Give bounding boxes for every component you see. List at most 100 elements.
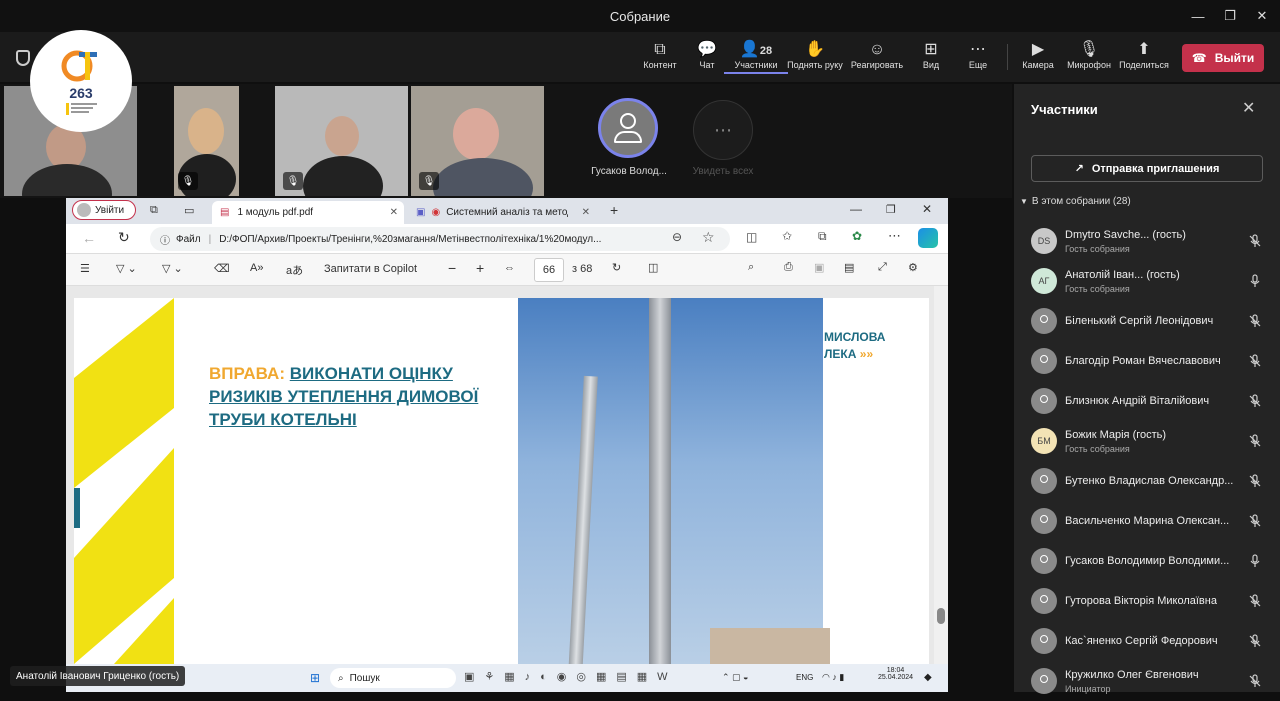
extensions-icon[interactable]: ✿ bbox=[852, 229, 862, 243]
translate-icon[interactable]: aあ bbox=[286, 262, 303, 278]
pdf-viewer[interactable]: ВПРАВА: ВИКОНАТИ ОЦІНКУ РИЗИКІВ УТЕПЛЕНН… bbox=[66, 286, 948, 664]
settings-icon[interactable]: ⚙ bbox=[908, 261, 918, 274]
participant-row[interactable]: Благодір Роман Вячеславович bbox=[1014, 341, 1280, 381]
contents-icon[interactable]: ☰ bbox=[80, 262, 90, 275]
participant-row[interactable]: Гусаков Володимир Володими... bbox=[1014, 541, 1280, 581]
participant-row[interactable]: Близнюк Андрій Віталійович bbox=[1014, 381, 1280, 421]
participants-button[interactable]: 👤28 Участники bbox=[724, 40, 788, 74]
mic-icon[interactable] bbox=[1248, 274, 1262, 288]
participant-row[interactable]: Кружилко Олег Євгенович Инициатор bbox=[1014, 661, 1280, 701]
leave-button[interactable]: ☎ Выйти bbox=[1182, 44, 1264, 72]
mic-off-icon[interactable] bbox=[1248, 674, 1262, 688]
menu-icon[interactable]: ⋯ bbox=[888, 228, 901, 244]
participant-row[interactable]: Кас`яненко Сергій Федорович bbox=[1014, 621, 1280, 661]
restore-icon[interactable]: ❐ bbox=[1212, 0, 1248, 32]
network-icon[interactable]: ◠ ♪ ▮ bbox=[822, 672, 844, 683]
raise-hand-button[interactable]: ✋ Поднять руку bbox=[783, 40, 847, 70]
save-icon[interactable]: ▣ bbox=[814, 261, 824, 274]
workspaces-icon[interactable]: ⧉ bbox=[150, 204, 158, 217]
participant-row[interactable]: DS Dmytro Savche... (гость) Гость собрания bbox=[1014, 221, 1280, 261]
copilot-icon[interactable]: ◆ bbox=[924, 672, 932, 683]
close-tab-icon[interactable]: ✕ bbox=[582, 207, 590, 218]
address-bar[interactable]: ⓘ Файл | D:/ФОП/Архив/Проекты/Тренінги,%… bbox=[150, 227, 730, 251]
share-button[interactable]: ⬆ Поделиться bbox=[1112, 40, 1176, 70]
favorite-star-icon[interactable]: ☆ bbox=[702, 229, 715, 246]
highlight-icon[interactable]: ▽ ⌄ bbox=[116, 262, 137, 275]
close-icon[interactable]: ✕ bbox=[1242, 98, 1255, 118]
rotate-icon[interactable]: ↻ bbox=[612, 261, 621, 274]
participant-row[interactable]: Бутенко Владислав Олександр... bbox=[1014, 461, 1280, 501]
clock[interactable]: 18:04 25.04.2024 bbox=[878, 667, 913, 681]
more-participants-icon[interactable]: ⋯ bbox=[693, 100, 753, 160]
section-header[interactable]: ▼ В этом собрании (28) bbox=[1020, 196, 1131, 207]
page-number-input[interactable]: 66 bbox=[534, 258, 564, 282]
close-icon[interactable]: ✕ bbox=[922, 202, 932, 216]
mic-off-icon[interactable] bbox=[1248, 394, 1262, 408]
copilot-icon[interactable] bbox=[918, 228, 938, 248]
tab-pdf[interactable]: ▤ 1 модуль pdf.pdf ✕ bbox=[212, 201, 404, 224]
collections-icon[interactable]: ⧉ bbox=[818, 229, 827, 244]
participant-name: Dmytro Savche... (гость) bbox=[1065, 229, 1186, 241]
avatar[interactable] bbox=[598, 98, 658, 158]
profile-button[interactable]: Увійти bbox=[72, 200, 136, 220]
taskbar-apps[interactable]: ▣⚘▦♪◐◉◎▦▤▦W bbox=[464, 670, 678, 683]
zoom-in-icon[interactable]: + bbox=[476, 260, 484, 276]
mic-off-icon[interactable] bbox=[1248, 514, 1262, 528]
mic-off-icon[interactable] bbox=[1248, 354, 1262, 368]
mic-off-icon[interactable] bbox=[1248, 314, 1262, 328]
refresh-icon[interactable]: ↻ bbox=[118, 229, 130, 246]
close-icon[interactable]: ✕ bbox=[1244, 0, 1280, 32]
tab-actions-icon[interactable]: ▭ bbox=[184, 204, 194, 217]
mic-off-icon[interactable] bbox=[1248, 594, 1262, 608]
restore-icon[interactable]: ❐ bbox=[886, 203, 896, 216]
more-button[interactable]: ⋯ Еще bbox=[946, 40, 1010, 70]
participant-row[interactable]: БМ Божик Марія (гость) Гость собрания bbox=[1014, 421, 1280, 461]
mic-off-icon[interactable] bbox=[1248, 634, 1262, 648]
favorites-icon[interactable]: ✩ bbox=[782, 229, 792, 243]
more-icon: ⋯ bbox=[970, 41, 986, 58]
browser-tabstrip: Увійти ⧉ ▭ ▤ 1 модуль pdf.pdf ✕ ▣ ◉ Сист… bbox=[66, 198, 948, 224]
new-tab-icon[interactable]: + bbox=[610, 202, 618, 218]
info-icon: ⓘ bbox=[160, 235, 170, 247]
mic-off-icon[interactable] bbox=[1248, 234, 1262, 248]
scrollbar[interactable] bbox=[934, 286, 948, 664]
page-view-icon[interactable]: ◫ bbox=[648, 261, 658, 274]
meeting-toolbar: ⧉ Контент 💬 Чат 👤28 Участники ✋ Поднять … bbox=[0, 32, 1280, 82]
video-tile[interactable]: 🎙 bbox=[174, 86, 239, 196]
read-aloud-icon[interactable]: A» bbox=[250, 262, 263, 274]
fullscreen-icon[interactable]: ⤢ bbox=[878, 261, 887, 274]
tab-teams[interactable]: ▣ ◉ Системний аналіз та методи ✕ bbox=[408, 201, 596, 224]
participant-row[interactable]: Біленький Сергій Леонідович bbox=[1014, 301, 1280, 341]
taskbar-tray-icon[interactable]: ⌃ ▢ ◒ bbox=[722, 672, 748, 683]
fit-page-icon[interactable]: ⇔ bbox=[504, 262, 515, 274]
taskbar-search[interactable]: ⌕ Пошук bbox=[330, 668, 456, 688]
split-screen-icon[interactable]: ◫ bbox=[746, 230, 757, 244]
back-icon[interactable]: ← bbox=[82, 230, 96, 246]
zoom-out-icon[interactable]: − bbox=[448, 260, 456, 276]
draw-icon[interactable]: ▽ ⌄ bbox=[162, 262, 183, 275]
start-icon[interactable]: ⊞ bbox=[310, 671, 320, 685]
language-indicator[interactable]: ENG bbox=[796, 673, 813, 682]
video-tile[interactable]: 🎙 bbox=[275, 86, 408, 196]
print-icon[interactable]: ⎙ bbox=[784, 261, 793, 274]
participant-row[interactable]: АГ Анатолій Іван... (гость) Гость собрания bbox=[1014, 261, 1280, 301]
mic-icon[interactable] bbox=[1248, 554, 1262, 568]
close-tab-icon[interactable]: ✕ bbox=[390, 207, 398, 218]
teams-icon: ▣ bbox=[416, 207, 426, 218]
participant-row[interactable]: Васильченко Марина Олексан... bbox=[1014, 501, 1280, 541]
minimize-icon[interactable]: — bbox=[850, 202, 862, 216]
mic-off-icon[interactable] bbox=[1248, 474, 1262, 488]
shield-icon bbox=[16, 50, 30, 66]
zoom-icon[interactable]: ⊖ bbox=[672, 230, 682, 244]
mic-off-icon[interactable] bbox=[1248, 434, 1262, 448]
save-as-icon[interactable]: ▤ bbox=[844, 261, 854, 274]
search-icon[interactable]: ⌕ bbox=[748, 261, 754, 274]
video-tile[interactable]: 🎙 bbox=[411, 86, 544, 196]
copilot-button[interactable]: Запитати в Copilot bbox=[324, 263, 417, 275]
minimize-icon[interactable]: — bbox=[1180, 0, 1216, 32]
see-all-label[interactable]: Увидеть всех bbox=[684, 166, 762, 177]
people-icon: 👤28 bbox=[739, 41, 773, 58]
invite-button[interactable]: ↗ Отправка приглашения bbox=[1031, 155, 1263, 182]
participant-row[interactable]: Гуторова Вікторія Миколаївна bbox=[1014, 581, 1280, 621]
eraser-icon[interactable]: ⌫ bbox=[214, 262, 230, 275]
